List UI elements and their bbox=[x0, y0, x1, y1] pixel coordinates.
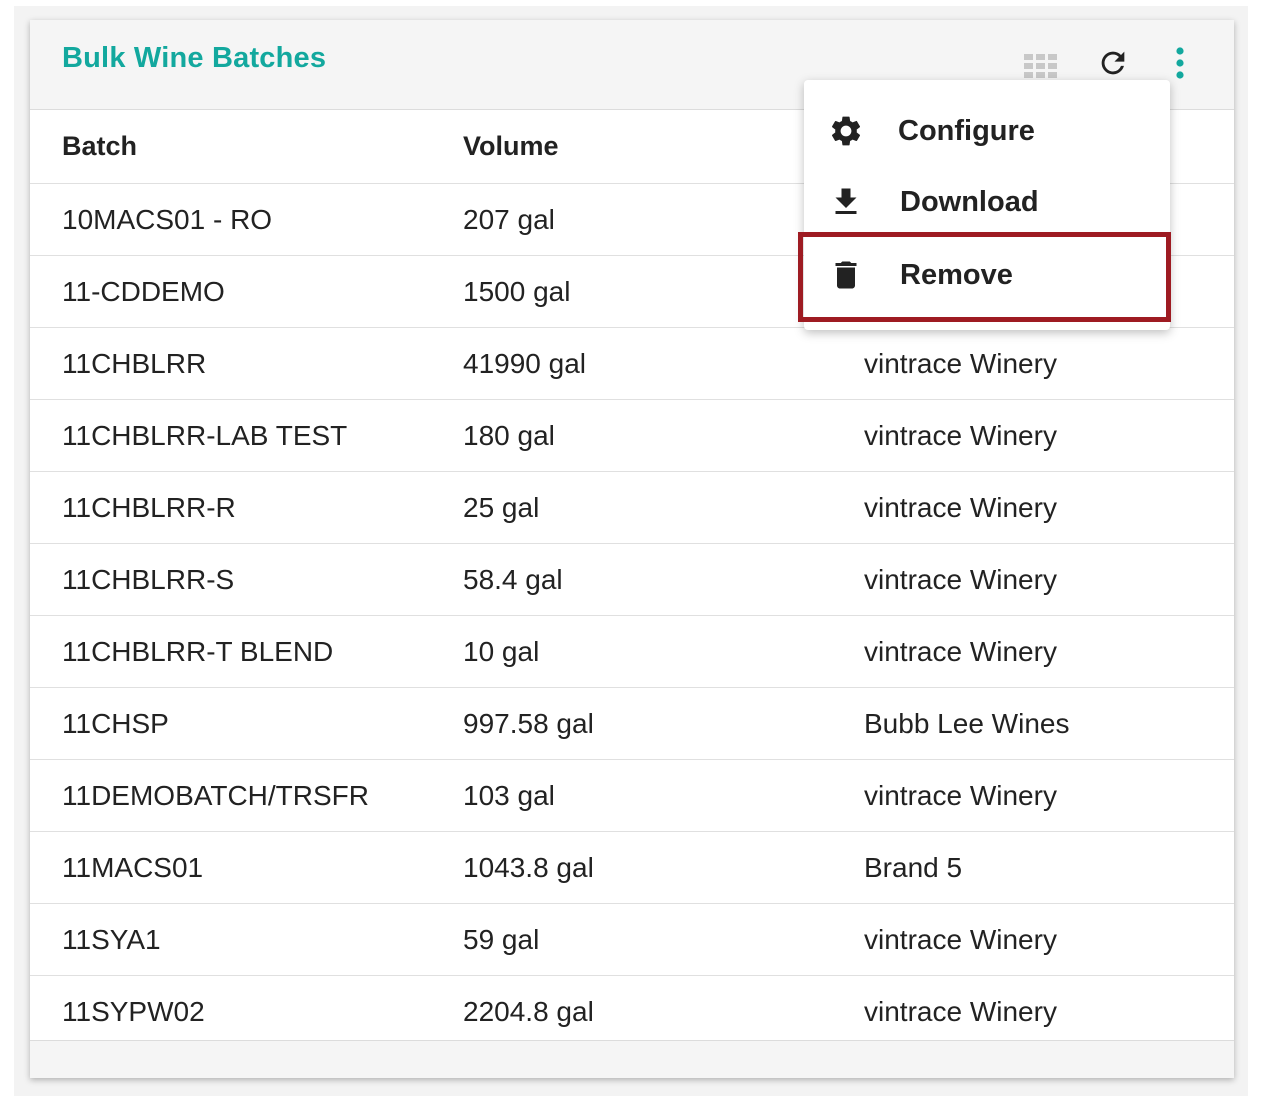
batch-cell: 10MACS01 - RO bbox=[62, 203, 273, 235]
table-row[interactable]: 11CHBLRR-LAB TEST 180 gal vintrace Winery bbox=[30, 400, 1234, 472]
batch-cell: 11CHBLRR-T BLEND bbox=[62, 635, 334, 667]
table-row[interactable]: 11DEMOBATCH/TRSFR 103 gal vintrace Winery bbox=[30, 760, 1234, 832]
owner-cell: vintrace Winery bbox=[864, 995, 1057, 1027]
batch-cell: 11-CDDEMO bbox=[62, 275, 225, 307]
table-row[interactable]: 11SYPW02 2204.8 gal vintrace Winery bbox=[30, 976, 1234, 1048]
menu-item-remove-label: Remove bbox=[900, 258, 1013, 291]
refresh-icon[interactable] bbox=[1096, 46, 1130, 80]
volume-cell: 207 gal bbox=[463, 203, 555, 235]
batch-cell: 11DEMOBATCH/TRSFR bbox=[62, 779, 369, 811]
menu-item-configure-label: Configure bbox=[898, 114, 1035, 147]
menu-item-configure[interactable]: Configure bbox=[804, 96, 1170, 166]
volume-cell: 25 gal bbox=[463, 491, 540, 523]
volume-cell: 2204.8 gal bbox=[463, 995, 594, 1027]
owner-cell: vintrace Winery bbox=[864, 347, 1057, 379]
kebab-menu-icon[interactable] bbox=[1168, 46, 1192, 80]
volume-cell: 59 gal bbox=[463, 923, 540, 955]
batch-cell: 11CHBLRR-R bbox=[62, 491, 236, 523]
table-row[interactable]: 11CHBLRR-R 25 gal vintrace Winery bbox=[30, 472, 1234, 544]
batch-cell: 11SYPW02 bbox=[62, 995, 205, 1027]
owner-cell: vintrace Winery bbox=[864, 635, 1057, 667]
grid-icon[interactable] bbox=[1024, 54, 1058, 78]
table-row[interactable]: 11SYA1 59 gal vintrace Winery bbox=[30, 904, 1234, 976]
batch-cell: 11CHSP bbox=[62, 707, 169, 739]
volume-cell: 103 gal bbox=[463, 779, 555, 811]
widget-footer bbox=[30, 1040, 1234, 1078]
owner-cell: vintrace Winery bbox=[864, 779, 1057, 811]
column-header-volume[interactable]: Volume bbox=[463, 110, 559, 183]
owner-cell: vintrace Winery bbox=[864, 563, 1057, 595]
owner-cell: Brand 5 bbox=[864, 851, 963, 883]
table-row[interactable]: 11CHBLRR 41990 gal vintrace Winery bbox=[30, 328, 1234, 400]
widget-options-menu: Configure Download Remove bbox=[804, 80, 1170, 330]
download-icon bbox=[835, 188, 857, 214]
volume-cell: 1043.8 gal bbox=[463, 851, 594, 883]
owner-cell: vintrace Winery bbox=[864, 923, 1057, 955]
menu-item-remove[interactable]: Remove bbox=[804, 240, 1170, 310]
owner-cell: Bubb Lee Wines bbox=[864, 707, 1070, 739]
trash-icon bbox=[835, 261, 857, 289]
table-row[interactable]: 11CHBLRR-T BLEND 10 gal vintrace Winery bbox=[30, 616, 1234, 688]
volume-cell: 997.58 gal bbox=[463, 707, 594, 739]
column-header-batch[interactable]: Batch bbox=[62, 110, 137, 183]
gear-icon bbox=[831, 116, 861, 146]
batch-cell: 11CHBLRR-S bbox=[62, 563, 235, 595]
table-row[interactable]: 11CHBLRR-S 58.4 gal vintrace Winery bbox=[30, 544, 1234, 616]
menu-item-download[interactable]: Download bbox=[804, 167, 1170, 237]
menu-item-download-label: Download bbox=[900, 185, 1039, 218]
owner-cell: vintrace Winery bbox=[864, 419, 1057, 451]
owner-cell: vintrace Winery bbox=[864, 491, 1057, 523]
volume-cell: 10 gal bbox=[463, 635, 540, 667]
batch-cell: 11MACS01 bbox=[62, 851, 204, 883]
volume-cell: 41990 gal bbox=[463, 347, 587, 379]
batch-cell: 11SYA1 bbox=[62, 923, 161, 955]
volume-cell: 1500 gal bbox=[463, 275, 571, 307]
volume-cell: 58.4 gal bbox=[463, 563, 563, 595]
table-row[interactable]: 11MACS01 1043.8 gal Brand 5 bbox=[30, 832, 1234, 904]
table-row[interactable]: 11CHSP 997.58 gal Bubb Lee Wines bbox=[30, 688, 1234, 760]
batch-cell: 11CHBLRR-LAB TEST bbox=[62, 419, 348, 451]
batch-cell: 11CHBLRR bbox=[62, 347, 207, 379]
volume-cell: 180 gal bbox=[463, 419, 555, 451]
widget-title: Bulk Wine Batches bbox=[62, 42, 327, 74]
